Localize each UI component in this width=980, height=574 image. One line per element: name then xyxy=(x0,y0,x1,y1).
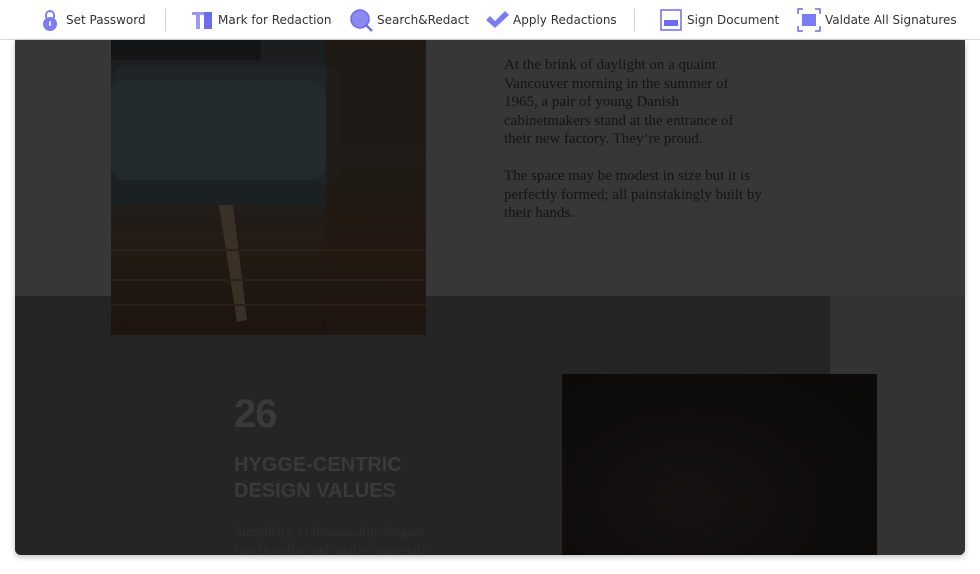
search-redact-label: Search&Redact xyxy=(377,13,470,27)
set-password-button[interactable]: Set Password xyxy=(38,6,146,34)
apply-redactions-label: Apply Redactions xyxy=(513,13,617,27)
mark-for-redaction-label: Mark for Redaction xyxy=(218,13,332,27)
heading-line-1: HYGGE-CENTRIC xyxy=(234,454,402,476)
validate-signatures-button[interactable]: Valdate All Signatures xyxy=(797,6,957,34)
toolbar-divider xyxy=(634,9,635,31)
search-redact-button[interactable]: Search&Redact xyxy=(349,6,469,34)
sign-document-button[interactable]: Sign Document xyxy=(659,6,779,34)
stat-number: 26 xyxy=(234,392,277,436)
set-password-label: Set Password xyxy=(66,13,146,27)
dark-photo xyxy=(562,374,877,555)
signature-field-icon xyxy=(659,8,683,32)
toolbar-divider xyxy=(165,9,166,31)
mark-for-redaction-button[interactable]: Mark for Redaction xyxy=(190,6,331,34)
intro-paragraph-2: The space may be modest in size but it i… xyxy=(504,167,762,222)
text-redaction-icon xyxy=(190,8,214,32)
section-caption: Simplicity, craftsmanship, elegant funct… xyxy=(234,525,427,555)
validate-signatures-icon xyxy=(797,8,821,32)
apply-redactions-button[interactable]: Apply Redactions xyxy=(485,6,617,34)
intro-paragraph-1: At the brink of daylight on a quaint Van… xyxy=(504,57,734,148)
heading-line-2: DESIGN VALUES xyxy=(234,480,396,502)
section-heading: HYGGE-CENTRIC DESIGN VALUES xyxy=(234,452,494,504)
search-icon xyxy=(349,8,373,32)
toolbar: Set Password Mark for Redaction Search&R… xyxy=(0,0,980,40)
validate-signatures-label: Valdate All Signatures xyxy=(825,13,957,27)
chair-photo xyxy=(111,40,426,335)
document-viewport[interactable]: At the brink of daylight on a quaint Van… xyxy=(15,40,965,555)
intro-text-block: At the brink of daylight on a quaint Van… xyxy=(504,56,764,241)
sign-document-label: Sign Document xyxy=(687,13,780,27)
padlock-icon xyxy=(38,8,62,32)
checkmark-icon xyxy=(485,8,509,32)
